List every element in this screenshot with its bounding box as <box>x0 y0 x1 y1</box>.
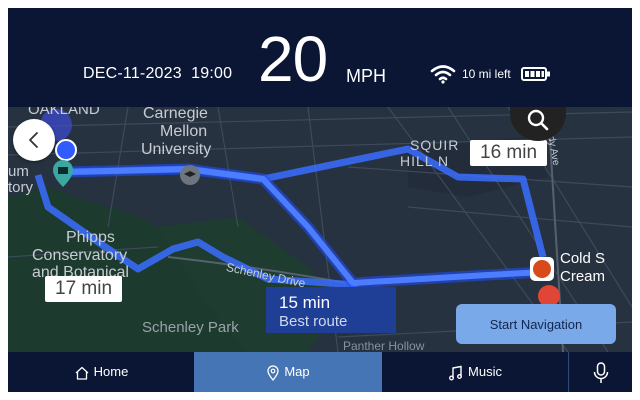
home-icon <box>75 366 89 380</box>
map-label-phipps-line1: Phipps <box>66 229 115 246</box>
map-label-phipps-line2: Conservatory <box>32 247 128 264</box>
map-view[interactable]: OAKLAND Carnegie Mellon University um to… <box>8 107 632 352</box>
map-label-museum-line2: tory <box>8 179 34 196</box>
time-text: 19:00 <box>191 65 233 82</box>
status-bar: DEC-11-2023 19:00 20 MPH 10 mi left <box>8 8 632 107</box>
range-text: 10 mi left <box>462 67 511 81</box>
map-label-schenley-park: Schenley Park <box>142 319 239 336</box>
best-route-subtitle: Best route <box>279 313 348 330</box>
speed-unit: MPH <box>346 66 386 86</box>
music-note-icon <box>449 365 462 381</box>
car-display: DEC-11-2023 19:00 20 MPH 10 mi left OAKL… <box>8 8 632 392</box>
route-eta-16[interactable]: 16 min <box>470 140 548 166</box>
start-navigation-button[interactable]: Start Navigation <box>456 304 616 344</box>
search-icon <box>527 109 549 131</box>
map-label-cold-stone-line1: Cold S <box>560 250 606 267</box>
nav-map-label: Map <box>284 364 310 379</box>
map-label-cold-stone-line2: Cream <box>560 268 606 285</box>
microphone-icon <box>593 361 608 383</box>
chevron-left-icon <box>29 132 38 148</box>
best-route-card[interactable]: 15 min Best route <box>266 287 396 333</box>
map-label-museum-line1: um <box>8 163 29 180</box>
nav-music[interactable]: Music <box>382 352 568 392</box>
nav-music-label: Music <box>468 364 502 379</box>
search-button[interactable] <box>510 107 566 141</box>
voice-button[interactable] <box>569 352 632 392</box>
map-label-oakland: OAKLAND <box>28 107 100 118</box>
nav-home[interactable]: Home <box>8 352 194 392</box>
battery-icon <box>521 67 550 81</box>
back-button[interactable] <box>13 119 55 161</box>
wifi-icon <box>430 65 456 84</box>
map-label-bottom: Panther Hollow <box>343 339 425 352</box>
location-pin-icon <box>267 364 279 381</box>
map-label-squirrel-line1: SQUIR <box>410 137 460 153</box>
map-label-carnegie-line2: Mellon <box>160 123 208 140</box>
route-eta-17[interactable]: 17 min <box>45 276 123 302</box>
nav-home-label: Home <box>93 364 129 379</box>
nav-map[interactable]: Map <box>194 352 382 392</box>
map-label-squirrel-line2: HILL N <box>400 153 450 169</box>
map-label-carnegie-line3: University <box>141 141 212 158</box>
map-label-carnegie-line1: Carnegie <box>143 107 208 122</box>
bottom-nav: Home Map Music <box>8 352 632 392</box>
date-time: DEC-11-2023 19:00 <box>83 65 232 83</box>
speed-value: 20 <box>258 23 328 95</box>
best-route-eta: 15 min <box>279 293 331 312</box>
date-text: DEC-11-2023 <box>83 65 182 82</box>
